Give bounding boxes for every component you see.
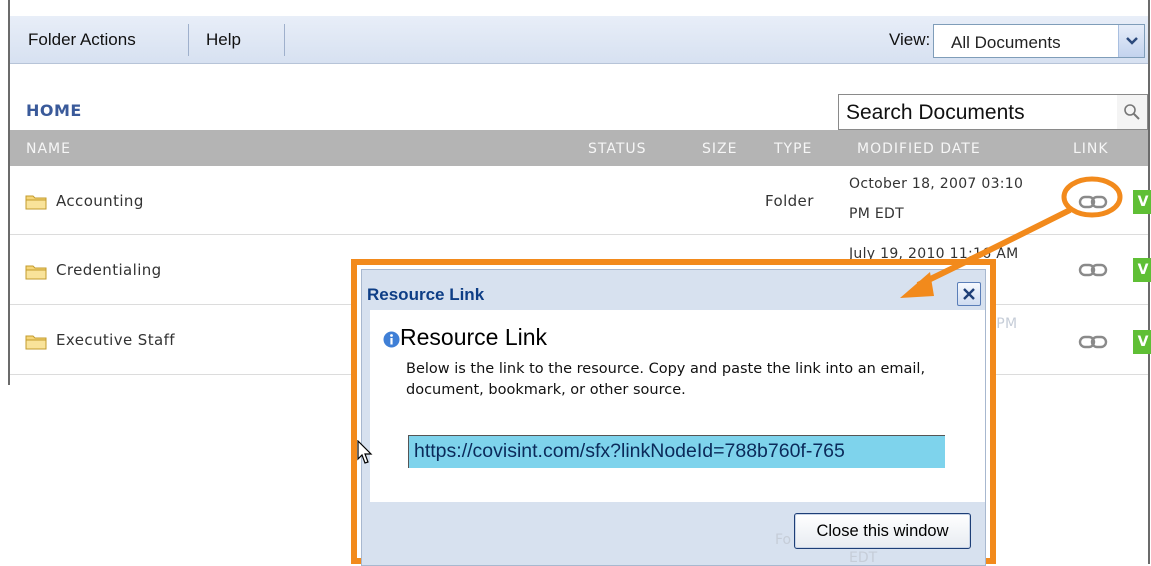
column-size[interactable]: SIZE [702,141,737,157]
link-icon[interactable] [1078,194,1108,210]
view-select-value: All Documents [951,33,1061,52]
view-select[interactable]: All Documents [933,24,1145,58]
dialog-body: Resource Link Below is the link to the r… [370,310,985,502]
annotation-frame: Resource Link Resource Link Below is the… [351,259,996,566]
resource-link-value: https://covisint.com/sfx?linkNodeId=788b… [414,440,845,462]
help-menu[interactable]: Help [206,30,241,50]
search-placeholder: Search Documents [846,101,1025,124]
column-name[interactable]: NAME [26,141,71,157]
folder-icon [25,195,47,210]
row-name[interactable]: Credentialing [56,261,162,279]
chevron-down-icon [1126,37,1138,45]
date-line: PM EDT [849,206,904,222]
link-icon[interactable] [1078,262,1108,278]
version-badge[interactable]: V [1133,258,1151,282]
column-link: LINK [1073,141,1109,157]
version-badge[interactable]: V [1133,190,1151,214]
toolbar-separator [284,24,285,56]
cursor-icon [357,440,373,464]
row-name[interactable]: Executive Staff [56,331,175,349]
row-type: Folder [765,192,814,210]
column-modified-date[interactable]: MODIFIED DATE [857,141,981,157]
toolbar-separator [188,24,189,56]
background-type-text: Fo [775,532,792,548]
search-input[interactable]: Search Documents [838,94,1118,130]
version-badge[interactable]: V [1133,330,1151,354]
link-icon[interactable] [1078,334,1108,350]
search-icon [1124,104,1140,120]
resource-link-field[interactable]: https://covisint.com/sfx?linkNodeId=788b… [408,435,945,468]
dialog-description: Below is the link to the resource. Copy … [406,361,926,398]
dialog-close-button[interactable] [957,282,981,306]
folder-actions-menu[interactable]: Folder Actions [28,30,136,50]
column-header: NAME STATUS SIZE TYPE MODIFIED DATE LINK [10,130,1148,166]
row-modified-date: October 18, 2007 03:10 PM EDT [849,169,1059,229]
breadcrumb-home[interactable]: HOME [26,101,82,120]
column-type[interactable]: TYPE [774,141,812,157]
search-button[interactable] [1117,94,1148,130]
info-icon [383,331,400,348]
folder-icon [25,335,47,350]
view-dropdown-button[interactable] [1118,25,1144,57]
date-line: October 18, 2007 03:10 [849,176,1024,192]
toolbar: Folder Actions Help View: All Documents [10,16,1148,64]
dialog-heading: Resource Link [400,324,548,350]
dialog-titlebar[interactable]: Resource Link [362,270,985,310]
folder-icon [25,265,47,280]
table-row[interactable]: Accounting Folder October 18, 2007 03:10… [10,166,1151,235]
close-icon [963,288,975,300]
close-window-button[interactable]: Close this window [794,513,971,549]
view-label: View: [889,30,931,49]
resource-link-dialog: Resource Link Resource Link Below is the… [361,269,986,566]
row-name[interactable]: Accounting [56,192,144,210]
column-status[interactable]: STATUS [588,141,647,157]
dialog-title: Resource Link [367,285,485,304]
window-frame-right [1148,0,1150,564]
